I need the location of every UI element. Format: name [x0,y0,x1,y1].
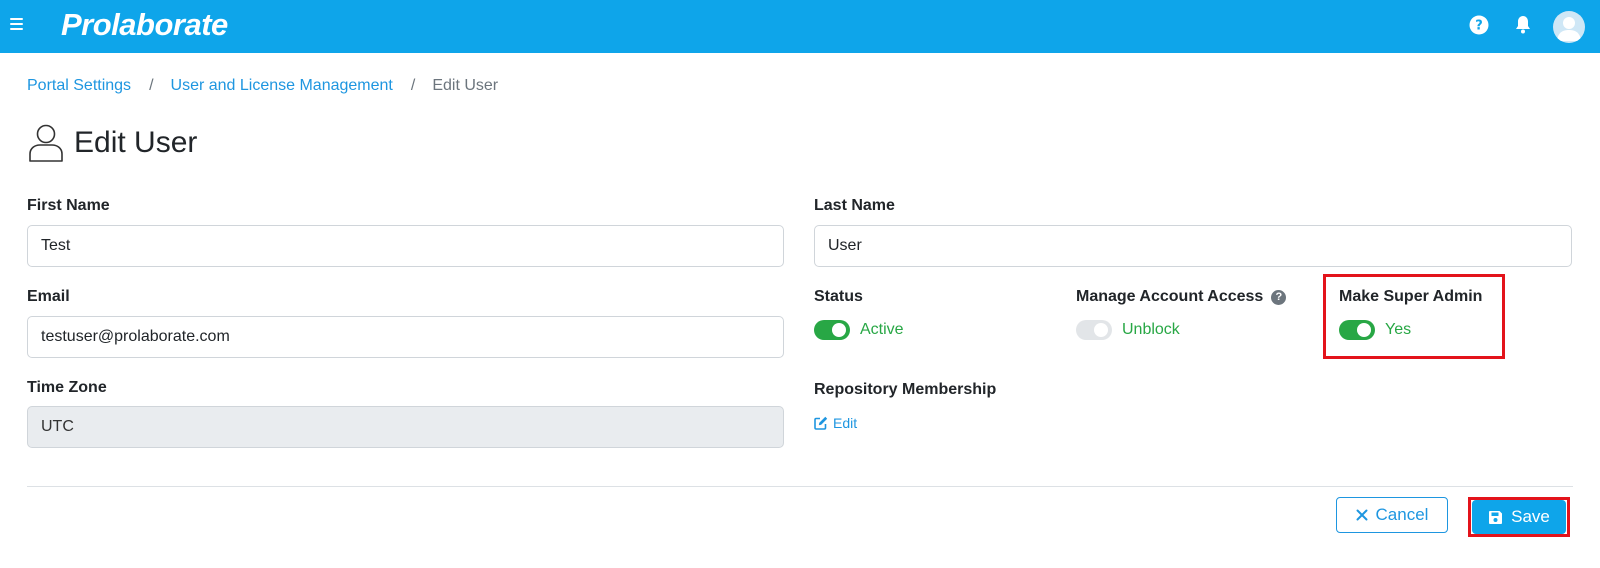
status-toggle[interactable]: Active [814,320,904,340]
close-icon [1356,509,1368,521]
time-zone-label: Time Zone [27,379,107,396]
avatar[interactable] [1553,11,1585,43]
repository-edit-link[interactable]: Edit [814,415,857,431]
breadcrumb-separator: / [410,77,416,94]
avatar-icon [1557,17,1581,41]
email-field[interactable]: testuser@prolaborate.com [27,316,784,358]
cancel-label: Cancel [1375,505,1429,524]
manage-access-toggle[interactable]: Unblock [1076,320,1180,340]
manage-access-switch[interactable] [1076,320,1112,340]
breadcrumb-portal-settings[interactable]: Portal Settings [27,77,131,94]
last-name-label: Last Name [814,197,895,214]
status-text: Active [860,321,904,338]
manage-access-label: Manage Account Access? [1076,288,1287,306]
floppy-disk-icon [1489,510,1503,524]
repository-membership-label: Repository Membership [814,381,997,398]
breadcrumb-separator: / [149,77,154,94]
manage-access-label-text: Manage Account Access [1076,288,1264,305]
save-button[interactable]: Save [1472,500,1566,534]
time-zone-field[interactable]: UTC [27,406,784,448]
top-bar: Prolaborate ? [0,0,1600,53]
super-admin-label: Make Super Admin [1339,288,1483,305]
repository-edit-label: Edit [833,415,858,431]
page-title: Edit User [74,126,198,159]
svg-text:?: ? [1475,19,1483,34]
save-label: Save [1511,507,1550,526]
cancel-button[interactable]: Cancel [1336,497,1448,533]
super-admin-highlight [1323,274,1505,359]
breadcrumb: Portal Settings / User and License Managem… [27,77,498,95]
edit-icon [814,416,828,430]
help-icon[interactable]: ? [1468,14,1490,36]
super-admin-text: Yes [1385,321,1412,338]
email-label: Email [27,288,70,305]
status-switch[interactable] [814,320,850,340]
first-name-field[interactable]: Test [27,225,784,267]
page-header: Edit User [27,122,197,164]
user-outline-icon [29,124,63,162]
breadcrumb-current: Edit User [432,77,499,94]
manage-access-text: Unblock [1122,321,1180,338]
bell-icon[interactable] [1512,14,1534,36]
last-name-field[interactable]: User [814,225,1572,267]
first-name-label: First Name [27,197,110,214]
breadcrumb-user-license-management[interactable]: User and License Management [171,77,393,94]
help-circle-icon[interactable]: ? [1271,290,1287,305]
menu-icon[interactable] [10,15,30,37]
form-divider [27,486,1573,487]
super-admin-toggle[interactable]: Yes [1339,320,1411,340]
super-admin-switch[interactable] [1339,320,1375,340]
app-logo[interactable]: Prolaborate [61,7,228,43]
status-label: Status [814,288,863,305]
